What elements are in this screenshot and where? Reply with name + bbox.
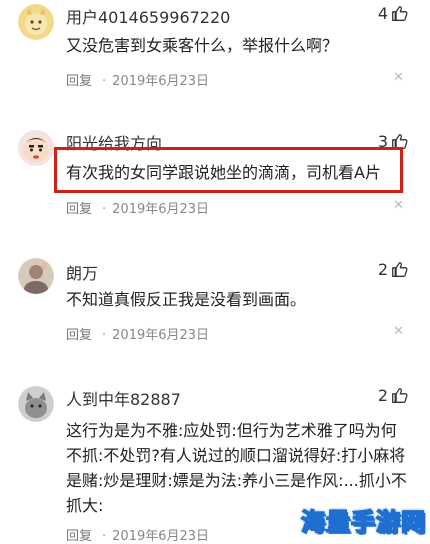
comment-date: 2019年6月23日 (112, 74, 210, 89)
comment-date: 2019年6月23日 (112, 202, 210, 217)
comment-meta: 回复 · 2019年6月23日 (66, 324, 209, 343)
photo-avatar-icon (18, 258, 54, 294)
avatar[interactable] (18, 4, 54, 40)
comment-text: 不知道真假反正我是没看到画面。 (66, 290, 307, 309)
thumbs-up-icon[interactable] (391, 5, 408, 22)
separator-dot: · (102, 529, 107, 544)
avatar[interactable] (18, 386, 54, 422)
comment-date: 2019年6月23日 (112, 529, 210, 544)
avatar[interactable] (18, 130, 54, 166)
site-watermark: 海量手游网 (300, 507, 426, 537)
username[interactable]: 人到中年82887 (66, 386, 181, 410)
thumbs-up-icon[interactable] (391, 261, 408, 278)
like-count: 2 (377, 386, 388, 405)
reply-button[interactable]: 回复 (66, 529, 92, 544)
close-icon[interactable]: ✕ (393, 324, 404, 339)
comment-meta: 回复 · 2019年6月23日 (66, 70, 209, 89)
separator-dot: · (102, 74, 107, 89)
reply-button[interactable]: 回复 (66, 328, 92, 343)
like-count: 4 (377, 4, 388, 23)
yellow-cartoon-avatar-icon (18, 4, 54, 40)
reply-button[interactable]: 回复 (66, 74, 92, 89)
reply-button[interactable]: 回复 (66, 202, 92, 217)
comment-meta: 回复 · 2019年6月23日 (66, 525, 209, 544)
comment-text: 又没危害到女乘客什么，举报什么啊？ (66, 36, 339, 55)
avatar[interactable] (18, 258, 54, 294)
close-icon[interactable]: ✕ (393, 198, 404, 213)
comment-1: 用户4014659967220 4 又没危害到女乘客什么，举报什么啊？ 回复 · 2… (0, 0, 430, 100)
separator-dot: · (102, 202, 107, 217)
crayon-shin-chan-avatar-icon (18, 130, 54, 166)
comment-date: 2019年6月23日 (112, 328, 210, 343)
highlight-box (54, 147, 403, 193)
close-icon[interactable]: ✕ (393, 70, 404, 85)
username[interactable]: 用户4014659967220 (66, 4, 230, 28)
comment-meta: 回复 · 2019年6月23日 (66, 198, 209, 217)
like-count: 2 (377, 260, 388, 279)
separator-dot: · (102, 328, 107, 343)
comment-3: 朗万 2 不知道真假反正我是没看到画面。 回复 · 2019年6月23日 ✕ (0, 256, 430, 356)
thumbs-up-icon[interactable] (391, 387, 408, 404)
username[interactable]: 朗万 (66, 260, 98, 284)
cat-avatar-icon (18, 386, 54, 422)
